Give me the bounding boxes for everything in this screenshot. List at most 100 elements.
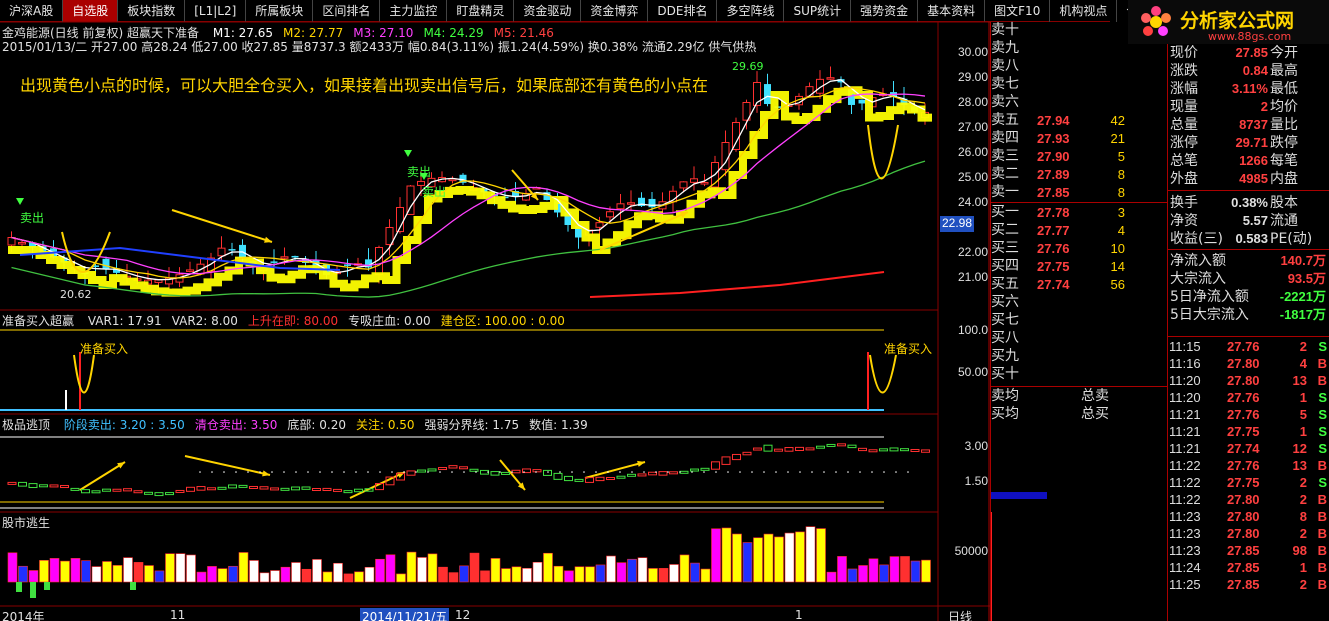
logo-url: www.88gs.com	[1208, 30, 1292, 43]
dotted-threshold	[367, 471, 369, 473]
stat-row: 现价 27.85 今开	[1168, 44, 1329, 62]
stair-indicator-box	[18, 481, 27, 487]
tick-volume: 13	[1292, 458, 1307, 473]
tick-time: 11:21	[1169, 424, 1201, 439]
yellow-support-band	[8, 86, 932, 297]
volume-bar	[763, 533, 774, 583]
dotted-threshold	[235, 471, 237, 473]
period-label[interactable]: 日线	[948, 608, 972, 621]
volume-bar-negative	[16, 582, 22, 592]
stair-indicator-box	[795, 446, 804, 451]
panel3-header: 极品逃顶 阶段卖出: 3.20 : 3.50 清仓卖出: 3.50 底部: 0.20…	[2, 416, 588, 433]
stair-indicator-box	[679, 470, 689, 474]
stat-label: 换手	[1170, 195, 1198, 211]
tab-item[interactable]: 机构视点	[1050, 0, 1118, 22]
stat-label: 流通	[1270, 213, 1298, 229]
stair-indicator-box	[690, 468, 699, 472]
bid-level-label: 买六	[991, 294, 1019, 310]
stair-indicator-box	[574, 478, 584, 482]
stat-label: 量比	[1270, 117, 1298, 133]
ask-row: 卖七	[991, 76, 1167, 93]
tick-row: 11:15 27.76 2 S	[1167, 339, 1329, 355]
stat-label: 收益(三)	[1170, 231, 1223, 247]
stat-label: 现价	[1170, 45, 1198, 61]
volume-bar	[805, 526, 816, 583]
dotted-threshold	[727, 471, 729, 473]
dotted-threshold	[259, 471, 261, 473]
stat-label: 跌停	[1270, 135, 1298, 151]
buy-ready-label-left: 准备买入	[80, 342, 129, 356]
volume-bar	[7, 552, 18, 583]
ask-level-label: 卖九	[991, 40, 1019, 56]
stair-indicator-box	[721, 456, 731, 465]
bottom-marker-curve	[869, 354, 897, 394]
stats-divider	[1168, 190, 1329, 191]
intraday-red-line	[991, 512, 992, 621]
indicator-value: 底部: 0.20	[287, 418, 346, 432]
indicator-value: 数值: 1.39	[529, 418, 588, 432]
dotted-threshold	[307, 471, 309, 473]
stair-indicator-box	[186, 486, 195, 492]
candle-body	[239, 244, 246, 258]
stair-indicator-box	[742, 451, 752, 456]
candle-body	[595, 222, 604, 228]
flow-value: 93.5万	[1287, 271, 1326, 286]
stat-value: 3.11%	[1231, 81, 1268, 96]
flow-row: 5日净流入额 -2221万	[1168, 288, 1329, 306]
tab-item[interactable]: 图文F10	[985, 0, 1051, 22]
dotted-threshold	[883, 471, 885, 473]
stat-value: 0.84	[1242, 63, 1268, 78]
volume-bar	[385, 554, 396, 583]
ask-price: 27.93	[1037, 131, 1070, 146]
dotted-threshold	[271, 471, 273, 473]
stat-row: 总笔 1266 每笔	[1168, 152, 1329, 170]
volume-bar	[333, 562, 343, 583]
order-book-divider	[991, 386, 1167, 387]
dotted-threshold	[907, 471, 909, 473]
stair-indicator-box	[805, 447, 815, 451]
dotted-threshold	[295, 471, 297, 473]
bid-level-label: 买二	[991, 222, 1019, 238]
tick-row: 11:20 27.80 13 B	[1167, 373, 1329, 389]
stat-label: 每笔	[1270, 153, 1298, 169]
ask-level-label: 卖五	[991, 112, 1019, 128]
volume-bar	[28, 570, 39, 583]
sell-arrow-icon	[16, 198, 24, 205]
tick-side: B	[1317, 458, 1327, 473]
dotted-threshold	[631, 471, 633, 473]
stair-indicator-box	[753, 447, 762, 451]
ask-row: 卖九	[991, 40, 1167, 57]
bid-volume: 4	[1117, 223, 1125, 238]
tick-side: S	[1318, 424, 1327, 439]
tick-volume: 8	[1299, 509, 1307, 524]
stair-indicator-box	[39, 484, 48, 488]
tick-side: S	[1318, 441, 1327, 456]
stat-value: 27.85	[1235, 45, 1268, 60]
panel4-axis: 50000	[954, 544, 988, 558]
bid-level-label: 买五	[991, 276, 1019, 292]
stat-row: 收益(三) 0.583 PE(动)	[1168, 230, 1329, 248]
dotted-threshold	[643, 471, 645, 473]
stats-divider	[1168, 336, 1329, 337]
stat-row: 现量 2 均价	[1168, 98, 1329, 116]
candle-body	[291, 255, 299, 258]
stair-indicator-box	[81, 489, 90, 494]
dotted-threshold	[463, 471, 465, 473]
dotted-threshold	[679, 471, 681, 473]
indicator-value: 专吸庄血: 0.00	[348, 314, 431, 328]
tick-side: B	[1317, 577, 1327, 592]
flow-label: 净流入额	[1170, 253, 1226, 269]
stair-indicator-box	[448, 465, 458, 469]
dotted-threshold	[583, 471, 585, 473]
volume-bar	[469, 552, 480, 583]
ask-row: 卖一 27.85 8	[991, 184, 1167, 201]
bid-level-label: 买一	[991, 204, 1019, 220]
tick-time: 11:20	[1169, 373, 1201, 388]
volume-bar	[312, 559, 322, 583]
flow-row: 5日大宗流入 -1817万	[1168, 306, 1329, 324]
stair-indicator-box	[28, 483, 38, 489]
tick-row: 11:23 27.80 2 B	[1167, 526, 1329, 542]
stair-indicator-box	[102, 488, 111, 492]
volume-bar	[70, 558, 81, 583]
dotted-threshold	[475, 471, 477, 473]
